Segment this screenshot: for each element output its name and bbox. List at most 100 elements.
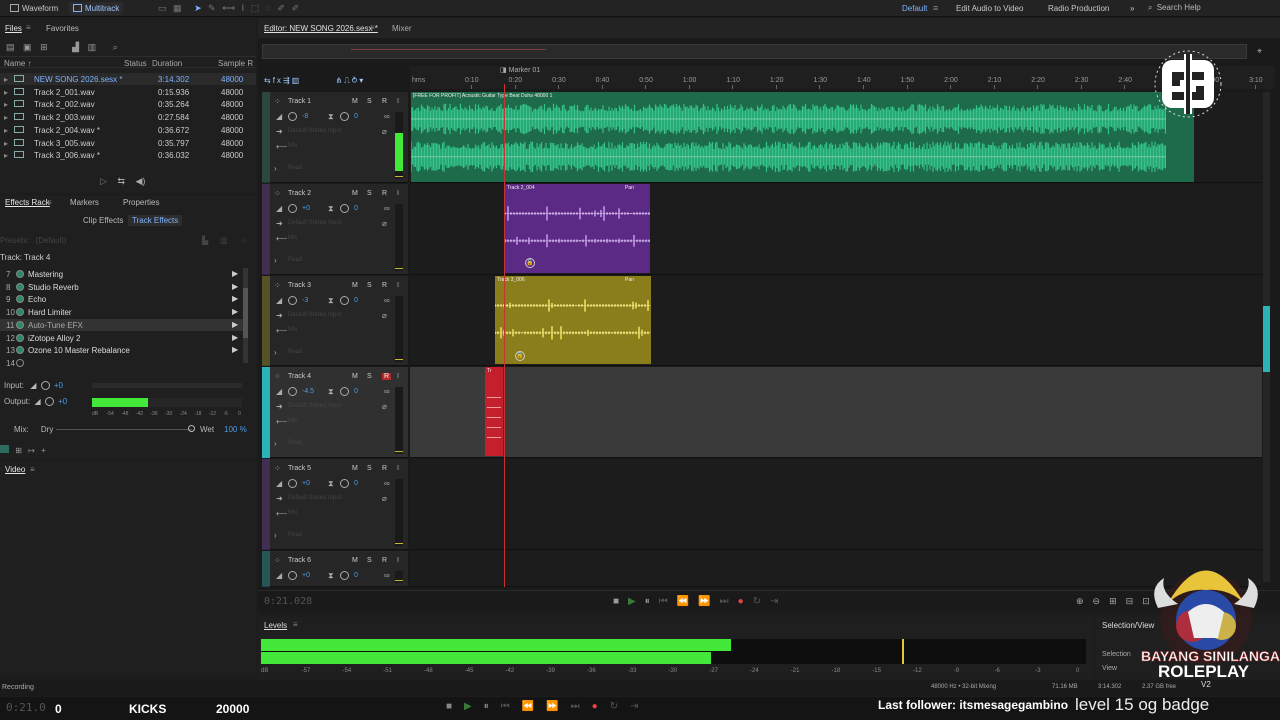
solo-button[interactable]: S	[367, 98, 372, 105]
file-row[interactable]: ▸ Track 2_002.wav 0:35.264 48000	[0, 98, 256, 110]
zoom-navigator[interactable]	[262, 44, 1247, 59]
expand-icon[interactable]: ▸	[4, 88, 8, 97]
monitor-input-button[interactable]: I	[397, 557, 399, 564]
power-icon[interactable]	[16, 358, 24, 367]
automation-mode-select[interactable]: Read	[288, 440, 302, 446]
volume-icon[interactable]: ◀)	[136, 176, 146, 186]
effect-slot[interactable]: 10 Hard Limiter ▶	[0, 306, 244, 318]
expand-automation-icon[interactable]: ›	[274, 164, 277, 173]
swap-icon[interactable]: ⇆	[264, 76, 273, 85]
track-output-select[interactable]: Mix	[288, 418, 297, 424]
navigator-viewport[interactable]	[351, 49, 546, 50]
drag-handle-icon[interactable]: ⁘	[274, 556, 281, 565]
expand-automation-icon[interactable]: ›	[274, 531, 277, 540]
record-arm-button[interactable]: R	[382, 465, 387, 472]
effect-menu-arrow-icon[interactable]: ▶	[232, 320, 238, 329]
files-search-icon[interactable]: ⌕	[113, 42, 118, 52]
record-arm-button[interactable]: R	[382, 190, 387, 197]
mute-button[interactable]: M	[352, 465, 358, 472]
volume-value[interactable]: +0	[302, 480, 310, 487]
tab-favorites[interactable]: Favorites	[46, 24, 79, 33]
power-icon[interactable]	[16, 320, 24, 329]
panel-menu-icon[interactable]: ≡	[30, 465, 35, 474]
track-header[interactable]: ⁘ Track 5 M S R I ◢ +0 ⧗ 0 ∞ ➜ Default Stereo Input ⌀…	[262, 459, 408, 550]
file-row[interactable]: ▸ Track 3_006.wav * 0:36.032 48000	[0, 149, 256, 161]
solo-button[interactable]: S	[367, 282, 372, 289]
panel-menu-icon[interactable]: ≡	[293, 620, 298, 629]
effect-menu-arrow-icon[interactable]: ▶	[232, 333, 238, 342]
power-icon[interactable]	[16, 295, 24, 304]
go-to-end-icon[interactable]: ⏭	[720, 596, 738, 607]
phase-icon[interactable]: ⌀	[382, 402, 387, 411]
track-output-select[interactable]: Mix	[288, 143, 297, 149]
mute-button[interactable]: M	[352, 373, 358, 380]
pan-value[interactable]: 0	[354, 297, 358, 304]
volume-value[interactable]: +0	[302, 205, 310, 212]
insert-effect-icon[interactable]: ↦	[28, 446, 35, 455]
tab-editor[interactable]: Editor: NEW SONG 2026.sesx *	[264, 24, 378, 33]
file-row[interactable]: ▸ Track 2_003.wav 0:27.584 48000	[0, 111, 256, 123]
mix-slider-handle[interactable]	[188, 425, 195, 432]
col-duration[interactable]: Duration	[152, 59, 182, 68]
track-output-select[interactable]: Mix	[288, 510, 297, 516]
import-file-icon[interactable]: ▣	[23, 42, 32, 52]
marker-01[interactable]: ◨ Marker 01	[500, 66, 540, 74]
mute-button[interactable]: M	[352, 282, 358, 289]
automation-mode-select[interactable]: Read	[288, 532, 302, 538]
tab-files[interactable]: Files	[5, 24, 22, 33]
spectral-pitch-icon[interactable]: ▦	[173, 3, 182, 13]
phase-icon[interactable]: ⌀	[382, 311, 387, 320]
presets-dropdown[interactable]: (Default)	[36, 236, 67, 245]
solo-button[interactable]: S	[367, 557, 372, 564]
monitor-input-button[interactable]: I	[397, 282, 399, 289]
power-icon[interactable]	[16, 308, 24, 317]
effects-scrollbar[interactable]	[243, 268, 248, 363]
file-row[interactable]: ▸ NEW SONG 2026.sesx * 3:14.302 48000	[0, 73, 256, 85]
effect-slot[interactable]: 12 iZotope Alloy 2 ▶	[0, 332, 244, 344]
volume-value[interactable]: -8	[302, 113, 308, 120]
fast-forward-icon[interactable]: ⏩	[698, 596, 719, 607]
effect-slot[interactable]: 14	[0, 357, 244, 369]
drag-handle-icon[interactable]: ⁘	[274, 97, 281, 106]
track-input-select[interactable]: Default Stereo Input	[288, 495, 341, 501]
apply-effects-icon[interactable]: ⊞	[15, 446, 22, 455]
fx-icon[interactable]: fx	[273, 76, 283, 85]
playhead[interactable]	[504, 84, 505, 587]
phase-icon[interactable]: ⌀	[382, 494, 387, 503]
spectral-icon[interactable]: ▭	[158, 3, 167, 13]
solo-button[interactable]: S	[367, 373, 372, 380]
file-row[interactable]: ▸ Track 2_004.wav * 0:36.672 48000	[0, 124, 256, 136]
drag-handle-icon[interactable]: ⁘	[274, 189, 281, 198]
track-output-select[interactable]: Mix	[288, 235, 297, 241]
effect-slot[interactable]: 13 Ozone 10 Master Rebalance ▶	[0, 344, 244, 356]
file-row[interactable]: ▸ Track 2_001.wav 0:15.936 48000	[0, 86, 256, 98]
record-arm-button[interactable]: R	[382, 282, 387, 289]
loop-icon[interactable]: ↻	[753, 596, 770, 607]
tab-mixer[interactable]: Mixer	[392, 24, 412, 33]
power-icon[interactable]	[16, 270, 24, 278]
track-input-select[interactable]: Default Stereo Input	[288, 403, 341, 409]
volume-knob[interactable]	[288, 204, 297, 213]
track-header[interactable]: ⁘ Track 3 M S R I ◢ -3 ⧗ 0 ∞ ➜ Default Stereo Input ⌀…	[262, 276, 408, 366]
monitor-input-button[interactable]: I	[397, 465, 399, 472]
pan-value[interactable]: 0	[354, 205, 358, 212]
marquee-tool-icon[interactable]: ⬚	[251, 3, 260, 13]
track-lane[interactable]	[410, 459, 1262, 550]
drag-handle-icon[interactable]: ⁘	[274, 464, 281, 473]
volume-value[interactable]: -4.5	[302, 388, 314, 395]
close-file-icon[interactable]: ▥	[88, 42, 97, 52]
phase-icon[interactable]: ⌀	[382, 127, 387, 136]
link-icon[interactable]: ∞	[384, 296, 390, 305]
phase-icon[interactable]: ⌀	[382, 219, 387, 228]
track-input-select[interactable]: Default Stereo Input	[288, 312, 341, 318]
favorite-preset-icon[interactable]: ☆	[240, 236, 247, 245]
track-name[interactable]: Track 4	[288, 373, 311, 380]
mute-button[interactable]: M	[352, 190, 358, 197]
more-workspaces-button[interactable]: »	[1126, 2, 1138, 15]
pan-knob[interactable]	[340, 112, 349, 121]
file-row[interactable]: ▸ Track 3_005.wav 0:35.797 48000	[0, 137, 256, 149]
solo-button[interactable]: S	[367, 465, 372, 472]
zoom-tool-icon[interactable]: ⌖	[1257, 46, 1262, 57]
record-arm-button[interactable]: R	[382, 98, 387, 105]
expand-icon[interactable]: ▸	[4, 100, 8, 109]
